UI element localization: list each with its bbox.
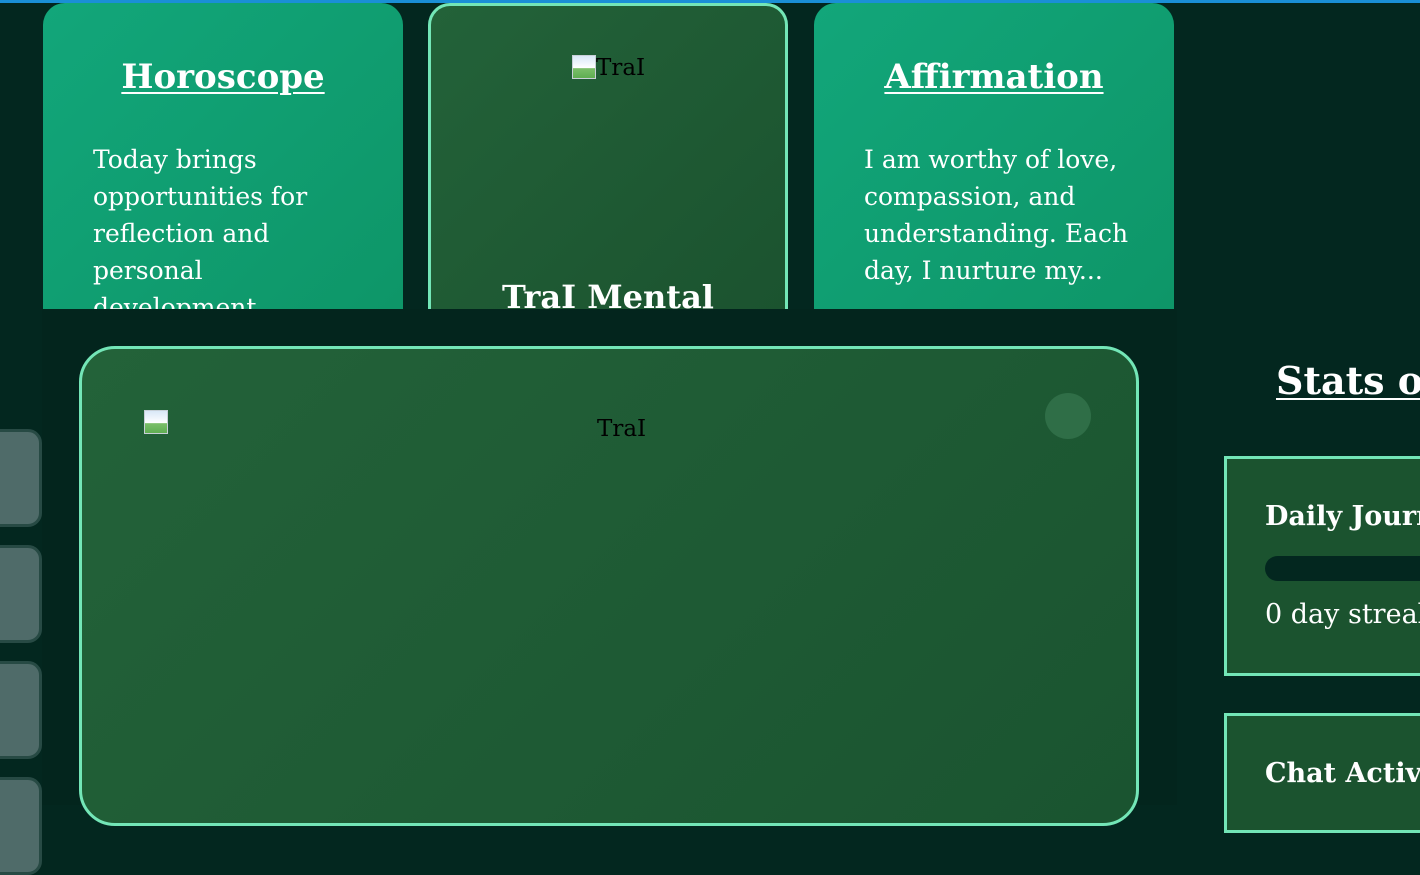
- chat-activity-label: Chat Activit: [1265, 758, 1420, 789]
- affirmation-card[interactable]: Affirmation I am worthy of love, compass…: [814, 3, 1174, 309]
- sidebar-button-3[interactable]: [0, 661, 42, 759]
- journal-streak: 0 day streak: [1265, 599, 1420, 630]
- chat-image: [144, 410, 168, 434]
- daily-journal-label: Daily Journa: [1265, 501, 1420, 532]
- sidebar-button-2[interactable]: [0, 545, 42, 643]
- affirmation-text: I am worthy of love, compassion, and und…: [864, 145, 1129, 285]
- chat-action-button[interactable]: [1045, 393, 1091, 439]
- horoscope-title[interactable]: Horoscope: [43, 57, 403, 97]
- sidebar-button-1[interactable]: [0, 429, 42, 527]
- trai-mental-card[interactable]: TraI TraI Mental: [428, 3, 788, 309]
- trai-logo-alt-text: TraI: [596, 55, 646, 81]
- chat-activity-stat-card: Chat Activit: [1224, 713, 1420, 833]
- affirmation-title[interactable]: Affirmation: [814, 57, 1174, 97]
- broken-image-icon: [572, 55, 596, 79]
- journal-progress-bar: [1265, 556, 1420, 581]
- horoscope-text: Today brings opportunities for reflectio…: [93, 145, 308, 309]
- sidebar-button-4[interactable]: [0, 777, 42, 875]
- chat-image-alt-text: TraI: [597, 416, 647, 442]
- trai-logo-image: TraI: [572, 55, 645, 81]
- trai-mental-heading: TraI Mental: [502, 278, 714, 309]
- stats-title: Stats or: [1276, 358, 1420, 403]
- horoscope-card[interactable]: Horoscope Today brings opportunities for…: [43, 3, 403, 309]
- broken-image-icon: [144, 410, 168, 434]
- daily-journal-stat-card: Daily Journa 0 day streak: [1224, 456, 1420, 676]
